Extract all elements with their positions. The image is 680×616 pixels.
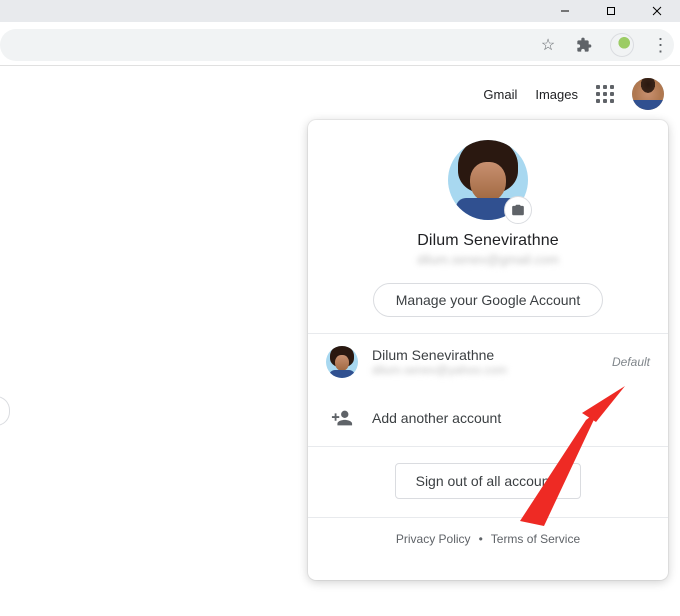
popup-footer: Privacy Policy • Terms of Service	[308, 518, 668, 560]
account-email: dilum.senev@gmail.com	[417, 252, 559, 267]
gmail-link[interactable]: Gmail	[483, 87, 517, 102]
account-row-email: dilum.senev@yahoo.com	[372, 363, 598, 377]
avatar-image	[326, 346, 358, 378]
account-list: Dilum Senevirathne dilum.senev@yahoo.com…	[308, 334, 668, 446]
close-button[interactable]	[634, 0, 680, 22]
images-link[interactable]: Images	[535, 87, 578, 102]
account-avatar[interactable]	[632, 78, 664, 110]
sign-out-all-button[interactable]: Sign out of all accounts	[395, 463, 582, 499]
kebab-menu-icon[interactable]: ⋮	[650, 35, 670, 55]
page-edge-decoration	[0, 396, 10, 426]
account-name: Dilum Senevirathne	[417, 232, 558, 250]
account-row-name: Dilum Senevirathne	[372, 347, 598, 363]
manage-account-button[interactable]: Manage your Google Account	[373, 283, 603, 317]
camera-icon	[511, 203, 525, 217]
account-row[interactable]: Dilum Senevirathne dilum.senev@yahoo.com…	[308, 334, 668, 390]
terms-of-service-link[interactable]: Terms of Service	[491, 532, 580, 546]
privacy-policy-link[interactable]: Privacy Policy	[396, 532, 471, 546]
separator-dot: •	[479, 532, 483, 546]
person-add-icon	[326, 402, 358, 434]
google-header: Gmail Images	[483, 78, 664, 110]
account-popup: Dilum Senevirathne dilum.senev@gmail.com…	[308, 120, 668, 580]
minimize-button[interactable]	[542, 0, 588, 22]
add-account-label: Add another account	[372, 410, 650, 426]
bookmark-star-icon[interactable]: ☆	[538, 35, 558, 55]
add-account-row[interactable]: Add another account	[308, 390, 668, 446]
maximize-button[interactable]	[588, 0, 634, 22]
window-title-bar	[0, 0, 680, 22]
browser-toolbar: ☆ ⋮	[0, 22, 680, 66]
extensions-icon[interactable]	[574, 35, 594, 55]
default-account-tag: Default	[612, 355, 650, 369]
change-photo-button[interactable]	[504, 196, 532, 224]
profile-photo	[448, 140, 528, 220]
apps-grid-icon[interactable]	[596, 85, 614, 103]
profile-avatar-icon[interactable]	[610, 33, 634, 57]
